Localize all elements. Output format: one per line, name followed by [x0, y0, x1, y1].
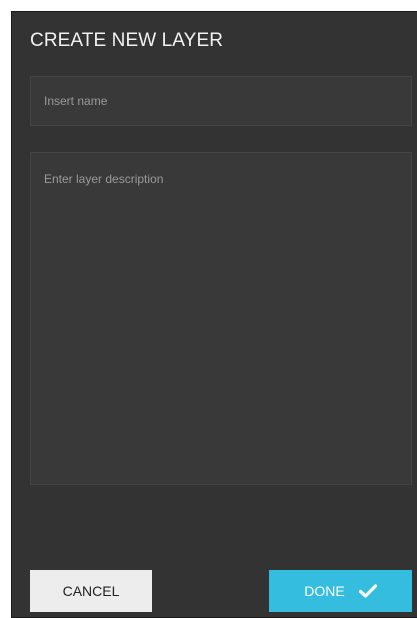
cancel-button[interactable]: CANCEL — [30, 570, 152, 612]
layer-name-input[interactable] — [30, 76, 412, 126]
done-button-label: DONE — [304, 583, 345, 599]
cancel-button-label: CANCEL — [62, 583, 120, 599]
dialog-title: CREATE NEW LAYER — [30, 30, 224, 51]
create-layer-dialog: CREATE NEW LAYER CANCEL DONE — [11, 11, 417, 618]
done-button[interactable]: DONE — [269, 570, 412, 612]
layer-description-textarea[interactable] — [30, 152, 412, 485]
checkmark-icon — [358, 584, 377, 598]
